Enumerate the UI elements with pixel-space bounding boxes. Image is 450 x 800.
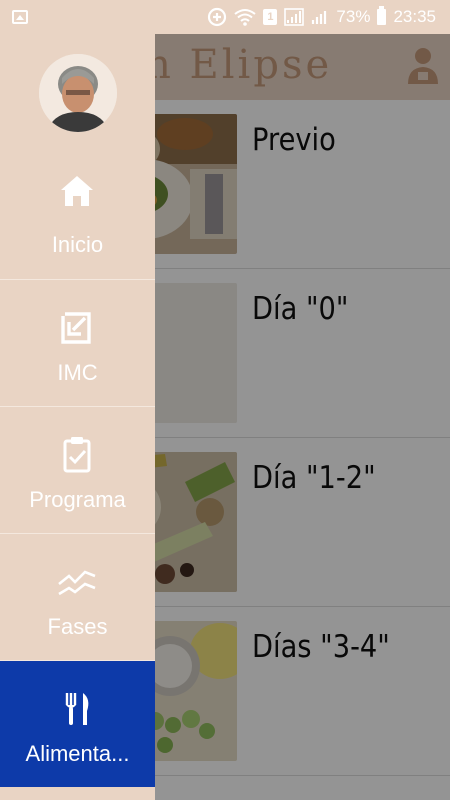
nav-item-imc[interactable]: IMC xyxy=(0,279,155,406)
clock: 23:35 xyxy=(393,7,436,26)
nav-item-label: IMC xyxy=(57,360,98,385)
nav-item-label: Programa xyxy=(29,487,126,512)
signal-icon-1 xyxy=(284,8,305,26)
image-notification-icon xyxy=(12,10,28,24)
navigation-drawer: Inicio IMC Programa Fases Alimenta... xyxy=(0,34,155,800)
nav-item-label: Inicio xyxy=(51,232,104,257)
drawer-header xyxy=(0,34,155,144)
nav-item-label: Alimenta... xyxy=(25,741,130,766)
fork-knife-icon xyxy=(65,693,89,725)
home-icon xyxy=(61,176,93,206)
nav-item-fases[interactable]: Fases xyxy=(0,533,155,660)
avatar[interactable] xyxy=(39,54,117,132)
nav-item-alimentacion[interactable]: Alimenta... xyxy=(0,660,155,787)
battery-percent: 73% xyxy=(336,7,371,26)
battery-icon xyxy=(377,6,387,25)
clipboard-check-icon xyxy=(63,437,91,473)
edit-arrow-icon xyxy=(61,312,91,344)
signal-icon-2 xyxy=(312,11,327,24)
nav-item-programa[interactable]: Programa xyxy=(0,406,155,533)
wifi-icon xyxy=(234,9,257,26)
data-saver-icon xyxy=(208,7,227,27)
nav-item-label: Fases xyxy=(47,614,108,639)
status-bar: 1 73% 23:35 xyxy=(0,0,450,34)
trend-lines-icon xyxy=(58,570,96,596)
nav-item-inicio[interactable]: Inicio xyxy=(0,144,155,279)
sim-badge: 1 xyxy=(263,9,278,25)
